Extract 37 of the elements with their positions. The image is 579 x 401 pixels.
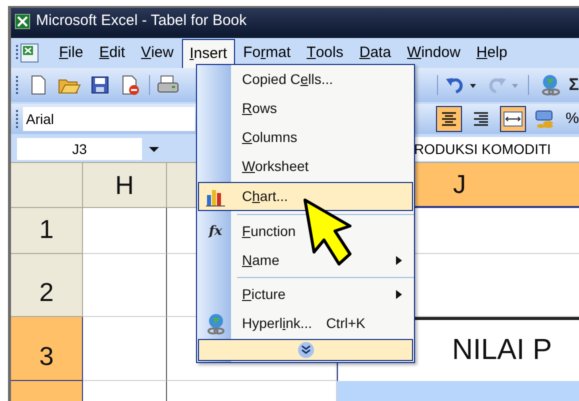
menu-item[interactable]: fx Function — [198, 217, 413, 246]
column-header[interactable]: H — [83, 163, 167, 208]
toolbar-button[interactable] — [436, 106, 462, 132]
row-header[interactable]: 1 — [11, 208, 83, 254]
menu-item[interactable]: Data — [351, 40, 400, 66]
row-header[interactable]: 3 — [11, 317, 83, 381]
menu-item[interactable]: Columns — [198, 123, 413, 152]
excel-logo-icon — [15, 14, 30, 28]
chevron-down-icon — [296, 341, 314, 359]
currency-icon — [534, 108, 556, 130]
menu-item[interactable]: Picture — [198, 280, 413, 309]
menu-item[interactable]: Name — [198, 246, 413, 275]
save-icon[interactable] — [89, 74, 111, 96]
menu-item[interactable]: Window — [399, 40, 468, 66]
globe-link-icon — [204, 312, 226, 334]
toolbar-grip-icon — [15, 109, 19, 129]
window-title: Microsoft Excel - Tabel for Book — [36, 10, 247, 31]
menu-item[interactable]: Rows — [198, 94, 413, 123]
menu-item[interactable]: Help — [468, 40, 516, 66]
font-field[interactable]: Arial — [23, 107, 195, 131]
autosum-button[interactable]: Σ — [568, 72, 579, 98]
menu-item[interactable]: Tools — [298, 40, 352, 66]
menu-item[interactable]: View — [133, 40, 182, 66]
name-box[interactable]: J3 — [17, 138, 142, 160]
function-icon: fx — [208, 222, 222, 242]
expand-menu-button[interactable] — [198, 339, 413, 361]
toolbar-grip-icon — [15, 75, 19, 95]
workbook-icon[interactable] — [15, 42, 41, 64]
menu-item[interactable]: File — [51, 40, 92, 66]
menu-item[interactable]: Chart... — [198, 182, 413, 211]
percent-button[interactable]: % — [566, 108, 579, 130]
menu-item[interactable]: Worksheet — [198, 152, 413, 181]
row-header[interactable]: 2 — [11, 254, 83, 317]
menu-item[interactable]: Format — [235, 40, 299, 66]
toolbar-button[interactable] — [500, 106, 526, 132]
cursor-icon — [303, 198, 353, 268]
menu-item[interactable]: Edit — [91, 40, 134, 66]
